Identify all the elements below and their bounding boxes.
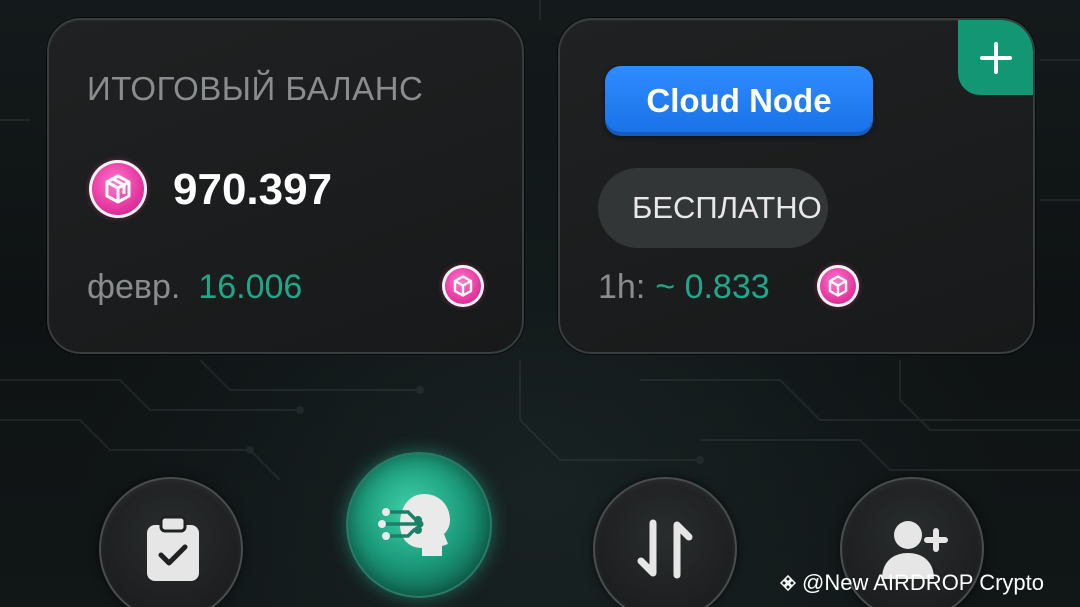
watermark-text: @New AIRDROP Crypto [802, 570, 1044, 595]
balance-card: ИТОГОВЫЙ БАЛАНС 970.397 февр. 16.006 [47, 18, 524, 354]
watermark: @New AIRDROP Crypto [780, 570, 1044, 596]
ai-head-icon [378, 494, 450, 556]
nav-ai-button[interactable] [346, 452, 492, 598]
add-node-button[interactable] [958, 20, 1033, 95]
month-label: февр. [87, 268, 181, 306]
binance-icon [780, 575, 796, 591]
month-earnings-row: февр. 16.006 [87, 268, 302, 307]
app-screen: ИТОГОВЫЙ БАЛАНС 970.397 февр. 16.006 Clo… [0, 0, 1080, 607]
cloud-node-button[interactable]: Cloud Node [605, 66, 873, 136]
month-value: 16.006 [198, 268, 303, 306]
hourly-rate-row: 1h: ~ 0.833 [598, 268, 770, 307]
pink-token-icon [442, 265, 484, 307]
rate-label: 1h: [598, 268, 646, 306]
price-badge[interactable]: БЕСПЛАТНО [598, 168, 828, 248]
balance-value: 970.397 [173, 165, 333, 214]
swap-arrows-icon [637, 519, 693, 579]
pink-token-icon [817, 265, 859, 307]
pink-token-icon [89, 160, 147, 218]
rate-value: ~ 0.833 [655, 268, 770, 306]
plus-icon [980, 42, 1012, 74]
cloud-node-card: Cloud Node БЕСПЛАТНО 1h: ~ 0.833 [558, 18, 1035, 354]
balance-title: ИТОГОВЫЙ БАЛАНС [87, 70, 424, 107]
clipboard-check-icon [147, 515, 199, 581]
